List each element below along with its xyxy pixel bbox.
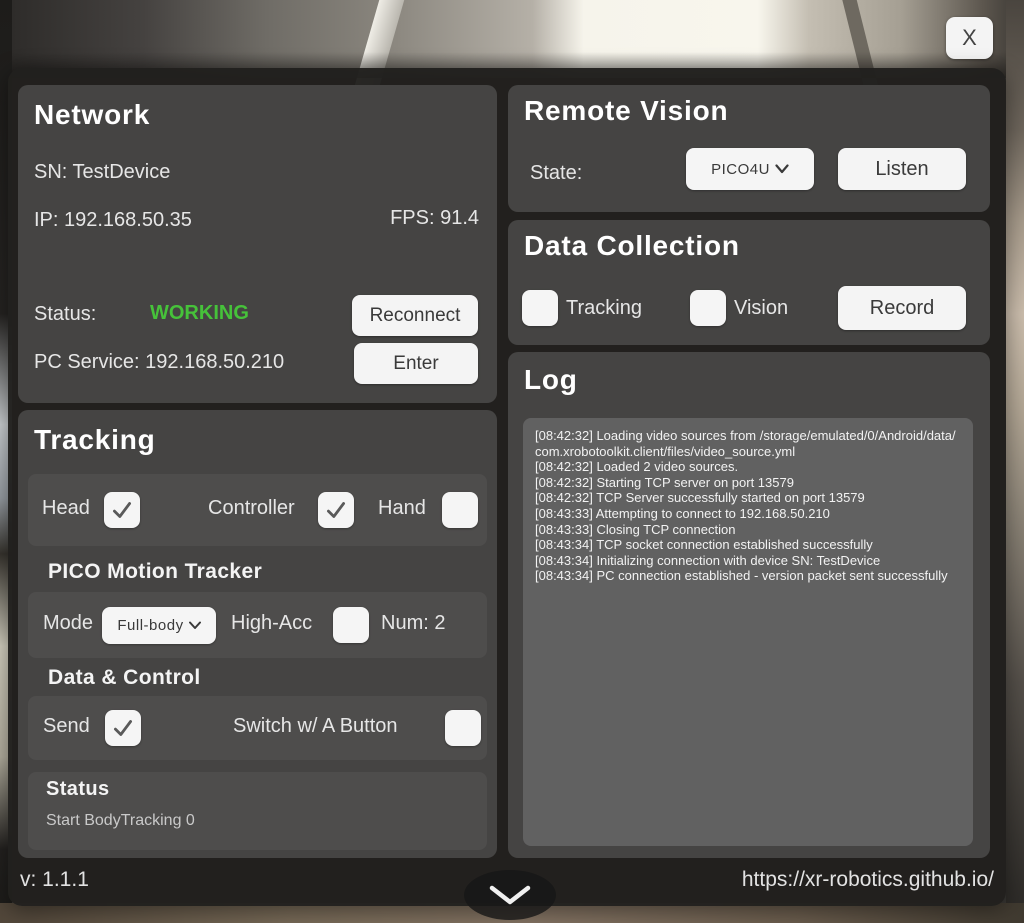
switch-a-button-checkbox[interactable] xyxy=(445,710,481,746)
fps-label: FPS: 91.4 xyxy=(390,207,479,230)
version-label: v: 1.1.1 xyxy=(20,868,89,892)
data-control-title: Data & Control xyxy=(48,666,201,690)
motion-tracker-title: PICO Motion Tracker xyxy=(48,560,262,584)
collect-vision-checkbox[interactable] xyxy=(690,290,726,326)
switch-a-button-label: Switch w/ A Button xyxy=(233,715,398,738)
hand-checkbox[interactable] xyxy=(442,492,478,528)
remote-vision-title: Remote Vision xyxy=(524,95,728,127)
reconnect-button[interactable]: Reconnect xyxy=(352,295,478,336)
data-collection-panel: Data Collection Tracking Vision Record xyxy=(508,220,990,345)
tracking-panel: Tracking Head Controller Hand PICO Motio… xyxy=(18,410,497,858)
tracker-num-label: Num: 2 xyxy=(381,612,445,635)
chevron-down-icon xyxy=(488,884,532,906)
head-checkbox[interactable] xyxy=(104,492,140,528)
chevron-down-icon xyxy=(775,164,789,174)
collect-vision-label: Vision xyxy=(734,297,788,320)
hand-label: Hand xyxy=(378,497,426,520)
log-line: [08:42:32] Loaded 2 video sources. xyxy=(535,459,961,475)
pc-service-label: PC Service: 192.168.50.210 xyxy=(34,351,284,374)
collect-tracking-label: Tracking xyxy=(566,297,642,320)
high-acc-checkbox[interactable] xyxy=(333,607,369,643)
log-line: [08:43:33] Closing TCP connection xyxy=(535,522,961,538)
log-panel: Log [08:42:32] Loading video sources fro… xyxy=(508,352,990,858)
chevron-down-icon xyxy=(189,621,201,630)
network-title: Network xyxy=(34,99,150,131)
enter-button[interactable]: Enter xyxy=(354,343,478,384)
listen-button[interactable]: Listen xyxy=(838,148,966,190)
head-label: Head xyxy=(42,497,90,520)
app-window: Network SN: TestDevice IP: 192.168.50.35… xyxy=(8,68,1006,906)
check-icon xyxy=(110,715,136,741)
collapse-tab[interactable] xyxy=(464,870,556,920)
check-icon xyxy=(323,497,349,523)
log-line: [08:43:34] Initializing connection with … xyxy=(535,553,961,569)
record-button[interactable]: Record xyxy=(838,286,966,330)
tracking-toggles-row: Head Controller Hand xyxy=(28,474,487,546)
mode-dropdown-value: Full-body xyxy=(117,617,183,634)
status-value: WORKING xyxy=(150,302,249,325)
log-line: [08:42:32] Starting TCP server on port 1… xyxy=(535,475,961,491)
log-title: Log xyxy=(524,364,578,396)
network-panel: Network SN: TestDevice IP: 192.168.50.35… xyxy=(18,85,497,403)
log-line: [08:43:34] TCP socket connection establi… xyxy=(535,537,961,553)
send-checkbox[interactable] xyxy=(105,710,141,746)
remote-vision-panel: Remote Vision State: PICO4U Listen xyxy=(508,85,990,212)
tracking-title: Tracking xyxy=(34,424,156,456)
mode-dropdown[interactable]: Full-body xyxy=(102,607,216,644)
log-line: [08:43:34] PC connection established - v… xyxy=(535,568,961,584)
state-label: State: xyxy=(530,162,582,185)
controller-checkbox[interactable] xyxy=(318,492,354,528)
passthrough-right xyxy=(1006,0,1024,923)
data-control-row: Send Switch w/ A Button xyxy=(28,696,487,760)
project-url[interactable]: https://xr-robotics.github.io/ xyxy=(742,868,994,892)
send-label: Send xyxy=(43,715,90,738)
tracking-status-title: Status xyxy=(46,778,110,801)
log-output[interactable]: [08:42:32] Loading video sources from /s… xyxy=(523,418,973,846)
status-label: Status: xyxy=(34,303,96,326)
log-line: [08:43:33] Attempting to connect to 192.… xyxy=(535,506,961,522)
log-line: [08:42:32] Loading video sources from /s… xyxy=(535,428,961,459)
close-button[interactable]: X xyxy=(946,17,993,59)
mode-label: Mode xyxy=(43,612,93,635)
device-dropdown[interactable]: PICO4U xyxy=(686,148,814,190)
collect-tracking-checkbox[interactable] xyxy=(522,290,558,326)
device-dropdown-value: PICO4U xyxy=(711,161,770,178)
controller-label: Controller xyxy=(208,497,295,520)
tracking-status-box: Status Start BodyTracking 0 xyxy=(28,772,487,850)
log-line: [08:42:32] TCP Server successfully start… xyxy=(535,490,961,506)
ip-address-label: IP: 192.168.50.35 xyxy=(34,209,192,232)
motion-tracker-row: Mode Full-body High-Acc Num: 2 xyxy=(28,592,487,658)
serial-number-label: SN: TestDevice xyxy=(34,161,170,184)
data-collection-title: Data Collection xyxy=(524,230,740,262)
high-acc-label: High-Acc xyxy=(231,612,312,635)
tracking-status-message: Start BodyTracking 0 xyxy=(46,812,195,830)
check-icon xyxy=(109,497,135,523)
